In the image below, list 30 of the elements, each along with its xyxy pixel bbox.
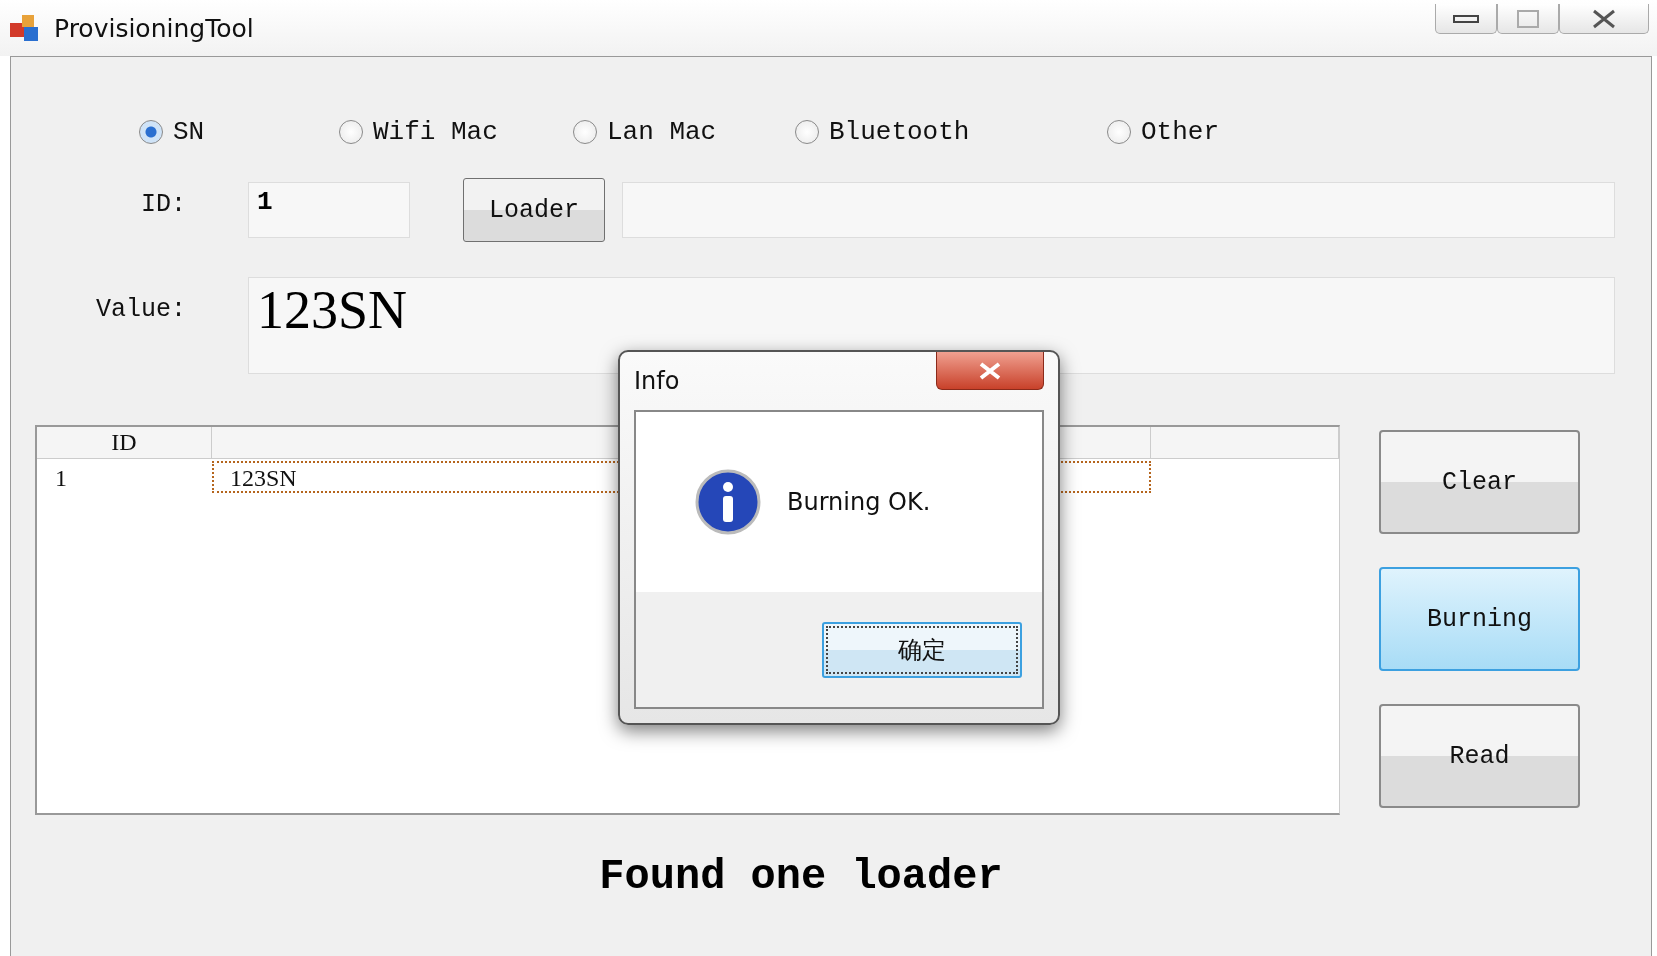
minimize-button[interactable]: [1435, 4, 1497, 34]
radio-option[interactable]: Bluetooth: [795, 117, 1107, 147]
radio-label: Lan Mac: [607, 117, 717, 147]
action-button[interactable]: Clear: [1379, 430, 1580, 534]
ok-button[interactable]: 确定: [822, 621, 1022, 678]
radio-option[interactable]: SN: [139, 117, 339, 147]
column-header: ID: [37, 427, 212, 458]
table-cell-text: 1: [54, 464, 68, 493]
radio-label: Bluetooth: [829, 117, 970, 147]
window-title: ProvisioningTool: [54, 13, 254, 43]
close-icon: [978, 360, 1002, 381]
radio-option[interactable]: Wifi Mac: [339, 117, 573, 147]
field-label: ID:: [140, 189, 186, 219]
dialog-close-button[interactable]: [936, 352, 1044, 390]
maximize-icon: [1517, 9, 1539, 28]
radio-option[interactable]: Lan Mac: [573, 117, 795, 147]
field-label: Value:: [95, 294, 186, 324]
close-icon: [1591, 7, 1617, 30]
action-button[interactable]: Burning: [1379, 567, 1580, 671]
loader-button[interactable]: Loader: [463, 178, 605, 242]
status-text: Found one loader: [599, 853, 1003, 901]
radio-label: Wifi Mac: [373, 117, 498, 147]
radio-label: Other: [1141, 117, 1219, 147]
radio-label: SN: [173, 117, 205, 147]
id-field[interactable]: 1: [248, 182, 410, 238]
minimize-icon: [1453, 13, 1479, 24]
radio-option[interactable]: Other: [1107, 117, 1651, 147]
close-button[interactable]: [1559, 4, 1649, 34]
path-field[interactable]: [622, 182, 1615, 238]
action-button[interactable]: Read: [1379, 704, 1580, 808]
